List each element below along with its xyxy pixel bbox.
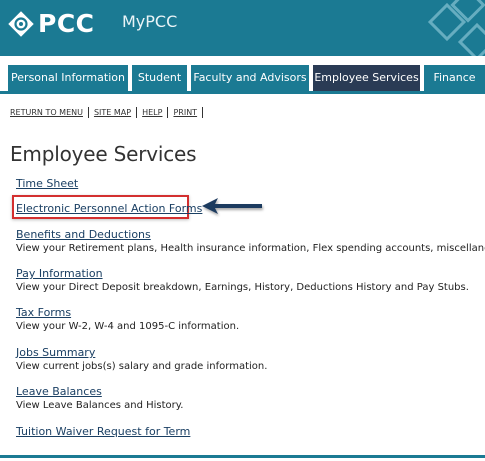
site-map-link[interactable]: SITE MAP xyxy=(94,108,131,117)
tab-student[interactable]: Student xyxy=(132,65,187,91)
benefits-and-deductions-link[interactable]: Benefits and Deductions xyxy=(16,228,151,241)
footer-divider xyxy=(0,455,485,458)
print-link[interactable]: PRINT xyxy=(173,108,197,117)
jobs-summary-description: View current jobs(s) salary and grade in… xyxy=(16,361,268,372)
divider xyxy=(202,107,204,118)
return-to-menu-link[interactable]: RETURN TO MENU xyxy=(10,108,83,117)
divider xyxy=(136,107,138,118)
pcc-logo-icon xyxy=(8,10,34,37)
app-name: MyPCC xyxy=(122,12,178,31)
divider xyxy=(87,107,89,118)
tab-personal-information[interactable]: Personal Information xyxy=(8,65,128,91)
jobs-summary-link[interactable]: Jobs Summary xyxy=(16,346,95,359)
site-header: PCC MyPCC xyxy=(0,0,485,56)
benefits-and-deductions-description: View your Retirement plans, Health insur… xyxy=(16,243,485,254)
left-arrow-icon xyxy=(202,198,262,214)
leave-balances-description: View Leave Balances and History. xyxy=(16,400,184,411)
tax-forms-description: View your W-2, W-4 and 1095-C informatio… xyxy=(16,321,240,332)
logo-text: PCC xyxy=(38,9,95,38)
utility-links: RETURN TO MENU SITE MAP HELP PRINT xyxy=(10,107,208,118)
tuition-waiver-request-link[interactable]: Tuition Waiver Request for Term xyxy=(16,425,190,438)
tab-employee-services[interactable]: Employee Services xyxy=(313,65,420,91)
tab-finance[interactable]: Finance xyxy=(424,65,485,91)
divider xyxy=(167,107,169,118)
help-link[interactable]: HELP xyxy=(142,108,162,117)
time-sheet-link[interactable]: Time Sheet xyxy=(16,177,78,190)
header-decoration-icon xyxy=(427,0,485,56)
pay-information-link[interactable]: Pay Information xyxy=(16,267,103,280)
electronic-personnel-action-forms-link[interactable]: Electronic Personnel Action Forms xyxy=(16,202,202,215)
pay-information-description: View your Direct Deposit breakdown, Earn… xyxy=(16,282,469,293)
tax-forms-link[interactable]: Tax Forms xyxy=(16,306,71,319)
tab-underline xyxy=(0,91,485,94)
page-title: Employee Services xyxy=(10,142,197,166)
leave-balances-link[interactable]: Leave Balances xyxy=(16,385,102,398)
tab-faculty-and-advisors[interactable]: Faculty and Advisors xyxy=(191,65,309,91)
pcc-logo[interactable]: PCC xyxy=(8,9,95,38)
